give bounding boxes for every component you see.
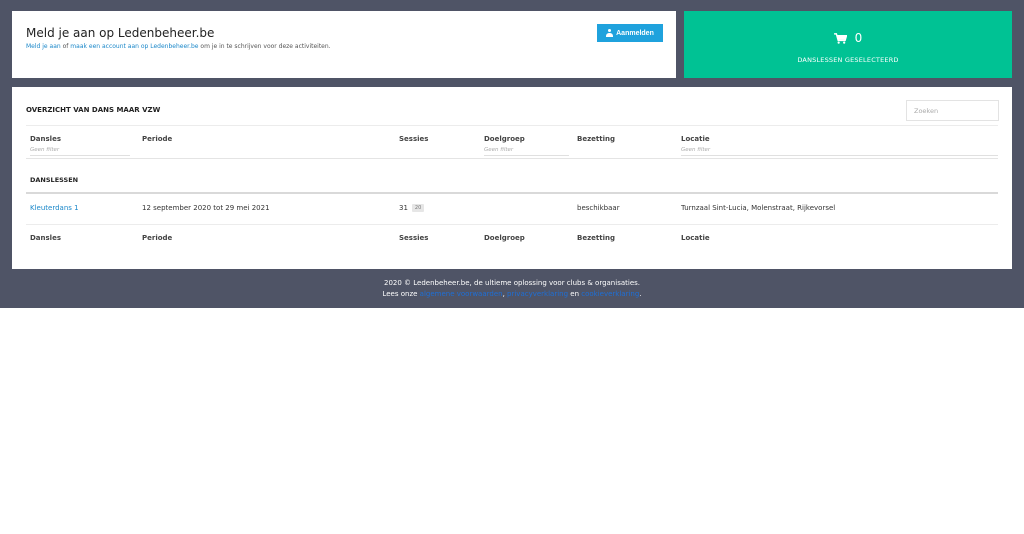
filter-doelgroep[interactable]: Geen filter <box>484 147 569 156</box>
row-periode: 12 september 2020 tot 29 mei 2021 <box>142 204 270 212</box>
cart-label: DANSLESSEN GESELECTEERD <box>797 56 899 64</box>
footer-column-bezetting: Bezetting <box>577 234 615 242</box>
footer-column-dansles: Dansles <box>30 234 61 242</box>
filter-dansles[interactable]: Geen filter <box>30 147 130 156</box>
login-link[interactable]: Meld je aan <box>26 43 61 50</box>
row-locatie: Turnzaal Sint-Lucia, Molenstraat, Rijkev… <box>681 204 836 212</box>
header-divider <box>26 125 998 126</box>
footer-end: . <box>639 290 642 298</box>
login-subtitle: Meld je aan of maak een account aan op L… <box>26 43 331 50</box>
column-header-dansles[interactable]: Dansles <box>30 135 61 143</box>
search-input[interactable] <box>906 100 999 121</box>
login-rest-text: om je in te schrijven voor deze activite… <box>198 43 331 50</box>
privacy-link[interactable]: privacyverklaring <box>507 290 568 298</box>
page-footer: 2020 © Ledenbeheer.be, de ultieme oploss… <box>0 278 1024 300</box>
cookie-link[interactable]: cookieverklaring <box>581 290 639 298</box>
shopping-cart-icon <box>833 32 847 44</box>
footer-column-locatie: Locatie <box>681 234 710 242</box>
footer-column-doelgroep: Doelgroep <box>484 234 525 242</box>
column-header-doelgroep[interactable]: Doelgroep <box>484 135 525 143</box>
dansles-link[interactable]: Kleuterdans 1 <box>30 204 79 212</box>
login-or-text: of <box>60 43 71 50</box>
row-divider <box>26 224 998 225</box>
footer-column-periode: Periode <box>142 234 173 242</box>
terms-link[interactable]: algemene voorwaarden <box>420 290 503 298</box>
cart-summary: 0 <box>684 31 1012 45</box>
cart-count: 0 <box>854 31 863 45</box>
overview-card: OVERZICHT VAN DANS MAAR VZW Dansles Peri… <box>12 87 1012 269</box>
filter-divider <box>26 158 998 159</box>
create-account-link[interactable]: maak een account aan op Ledenbeheer.be <box>70 43 198 50</box>
row-sessies: 31 20 <box>399 204 425 212</box>
column-header-periode[interactable]: Periode <box>142 135 172 143</box>
sessies-count: 31 <box>399 204 408 212</box>
row-bezetting: beschikbaar <box>577 204 620 212</box>
section-divider <box>26 192 998 194</box>
login-card: Meld je aan op Ledenbeheer.be Meld je aa… <box>12 11 676 78</box>
login-button-label: Aanmelden <box>616 29 654 37</box>
column-header-sessies[interactable]: Sessies <box>399 135 428 143</box>
login-button[interactable]: Aanmelden <box>597 24 663 42</box>
login-title: Meld je aan op Ledenbeheer.be <box>26 26 215 40</box>
user-icon <box>606 29 614 37</box>
sessies-badge: 20 <box>411 204 425 212</box>
row-dansles[interactable]: Kleuterdans 1 <box>30 204 79 212</box>
overview-title: OVERZICHT VAN DANS MAAR VZW <box>26 106 161 114</box>
filter-locatie[interactable]: Geen filter <box>681 147 998 156</box>
cart-card[interactable]: 0 DANSLESSEN GESELECTEERD <box>684 11 1012 78</box>
column-header-bezetting[interactable]: Bezetting <box>577 135 615 143</box>
footer-column-sessies: Sessies <box>399 234 429 242</box>
column-header-locatie[interactable]: Locatie <box>681 135 710 143</box>
section-title: DANSLESSEN <box>30 176 79 184</box>
footer-links-line: Lees onze algemene voorwaarden, privacyv… <box>0 289 1024 300</box>
footer-copyright: 2020 © Ledenbeheer.be, de ultieme oploss… <box>384 279 640 287</box>
footer-sep-2: en <box>568 290 582 298</box>
footer-lees-text: Lees onze <box>382 290 420 298</box>
